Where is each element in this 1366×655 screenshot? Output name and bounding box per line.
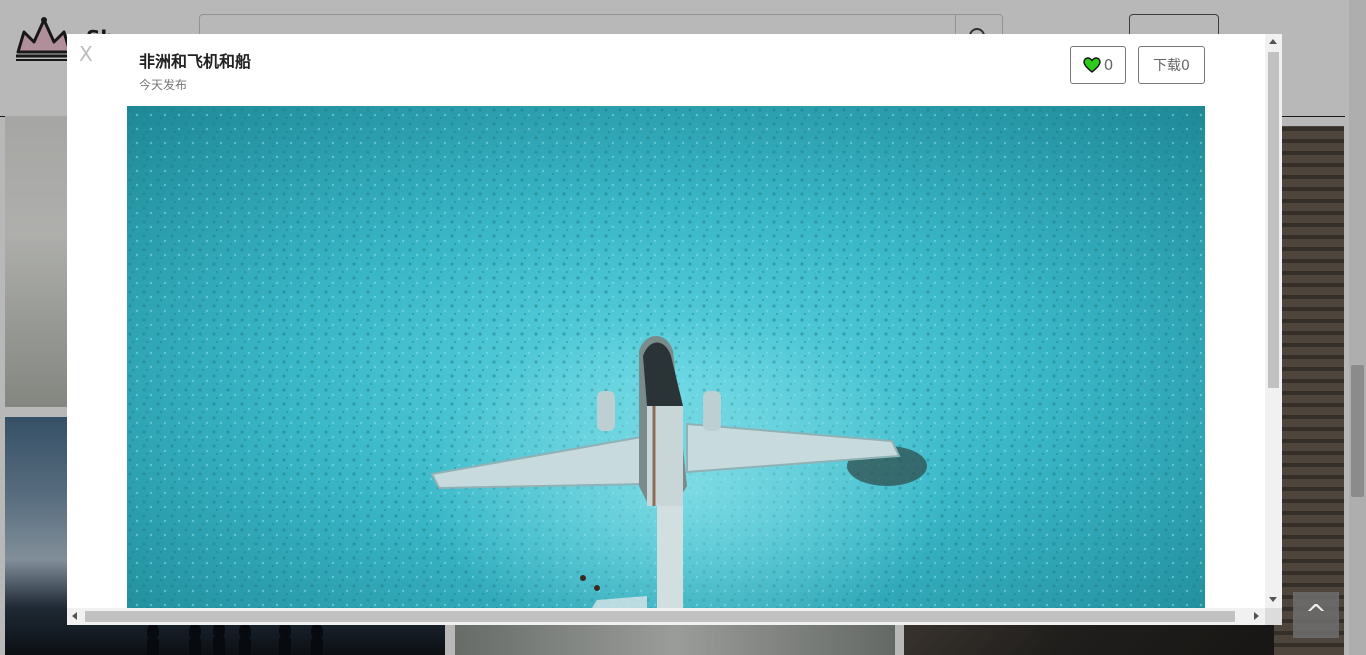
scroll-left-arrow-icon[interactable]: [72, 612, 77, 620]
modal-horizontal-scrollbar-thumb[interactable]: [85, 611, 1235, 622]
scroll-down-arrow-icon[interactable]: [1269, 597, 1277, 602]
modal-vertical-scrollbar-thumb[interactable]: [1268, 52, 1279, 388]
scrollbar-corner: [1265, 608, 1282, 625]
like-count: 0: [1103, 56, 1114, 74]
like-button[interactable]: 0: [1070, 46, 1126, 84]
image-detail-modal: X 非洲和飞机和船 今天发布 0 下载0: [67, 34, 1282, 625]
image-title: 非洲和飞机和船: [139, 52, 252, 71]
main-photo: [127, 106, 1205, 608]
download-button[interactable]: 下载0: [1138, 46, 1205, 84]
close-button[interactable]: X: [79, 42, 93, 66]
heart-icon: [1083, 57, 1101, 73]
back-to-top-button[interactable]: ^: [1293, 592, 1339, 638]
plane-wreck-aerial-image: [127, 106, 1205, 608]
scroll-right-arrow-icon[interactable]: [1254, 612, 1259, 620]
publish-date: 今天发布: [139, 78, 188, 92]
scroll-up-arrow-icon[interactable]: [1269, 39, 1277, 44]
